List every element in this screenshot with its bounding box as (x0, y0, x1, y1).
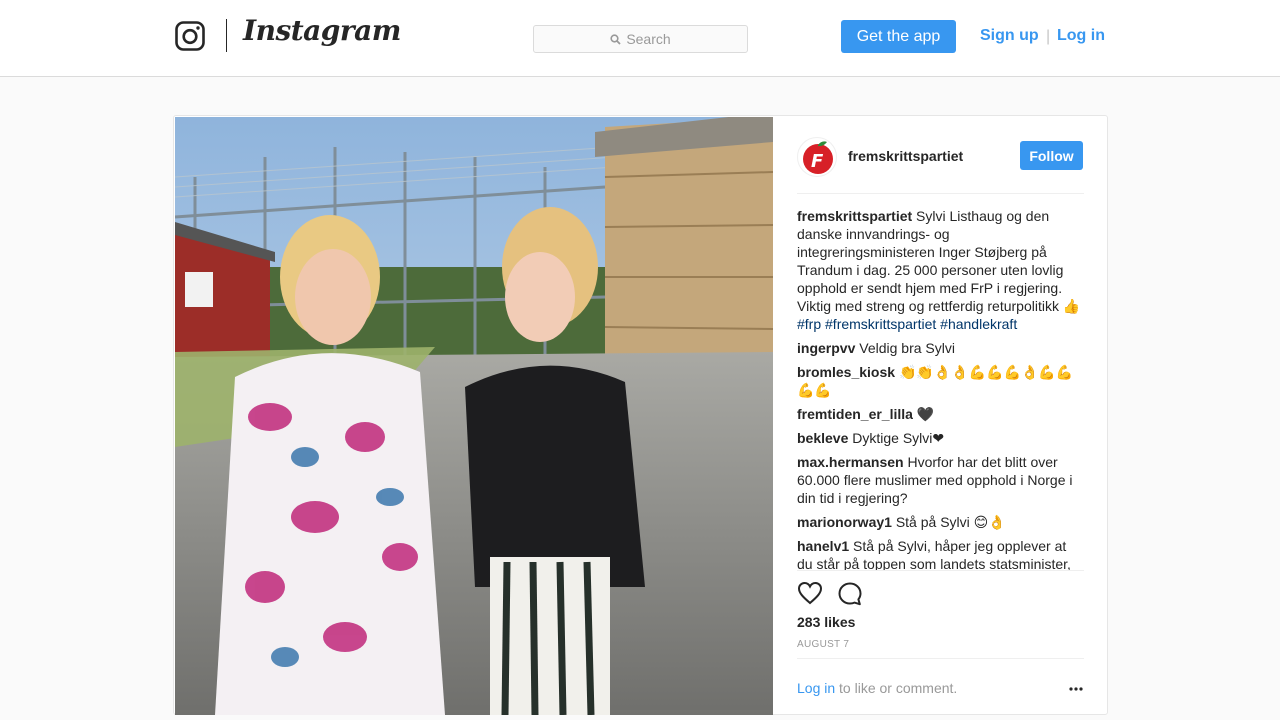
comment-username[interactable]: fremtiden_er_lilla (797, 406, 913, 422)
post-photo-illustration (175, 117, 773, 715)
comment-item: bekleve Dyktige Sylvi❤ (797, 429, 1084, 447)
comment-item: hanelv1 Stå på Sylvi, håper jeg opplever… (797, 537, 1084, 570)
comments-list[interactable]: fremskrittspartiet Sylvi Listhaug og den… (797, 207, 1084, 570)
caption: fremskrittspartiet Sylvi Listhaug og den… (797, 207, 1084, 333)
divider (797, 570, 1084, 571)
divider (797, 658, 1084, 659)
post-sidebar: F fremskrittspartiet Follow fremskrittsp… (773, 116, 1108, 716)
login-prompt: Log in to like or comment. (797, 680, 957, 696)
post-author-username[interactable]: fremskrittspartiet (848, 148, 963, 164)
post-date[interactable]: AUGUST 7 (797, 639, 849, 650)
instagram-camera-icon[interactable] (175, 21, 205, 51)
comment-item: ingerpvv Veldig bra Sylvi (797, 339, 1084, 357)
logo-divider (226, 19, 227, 52)
search-placeholder: Search (626, 31, 671, 47)
comment-bubble-icon[interactable] (837, 581, 863, 607)
top-navigation: Instagram Search Get the app Sign up | L… (0, 0, 1280, 77)
follow-button[interactable]: Follow (1020, 141, 1083, 170)
divider (797, 193, 1084, 194)
get-the-app-button[interactable]: Get the app (841, 20, 956, 53)
hashtag-link[interactable]: #handlekraft (940, 316, 1017, 332)
hashtag-link[interactable]: #fremskrittspartiet (825, 316, 936, 332)
comment-username[interactable]: max.hermansen (797, 454, 904, 470)
comment-text: Dyktige Sylvi❤ (852, 430, 945, 446)
comment-username[interactable]: marionorway1 (797, 514, 892, 530)
comment-text: Veldig bra Sylvi (859, 340, 955, 356)
avatar[interactable]: F (797, 137, 837, 177)
comment-item: fremtiden_er_lilla 🖤 (797, 405, 1084, 423)
nav-separator: | (1046, 28, 1051, 45)
caption-username[interactable]: fremskrittspartiet (797, 208, 912, 224)
comment-username[interactable]: bromles_kiosk (797, 364, 895, 380)
svg-text:F: F (811, 151, 824, 172)
comment-item: bromles_kiosk 👏👏👌👌💪💪💪👌💪💪💪💪 (797, 363, 1084, 399)
search-icon (610, 33, 621, 45)
heart-icon[interactable] (797, 581, 823, 605)
comment-username[interactable]: hanelv1 (797, 538, 849, 554)
likes-count[interactable]: 283 likes (797, 614, 855, 630)
comment-text: 🖤 (916, 406, 935, 422)
post-card: F fremskrittspartiet Follow fremskrittsp… (173, 115, 1108, 715)
more-options-icon[interactable] (1068, 682, 1084, 696)
party-logo-icon: F (803, 141, 833, 174)
comment-username[interactable]: ingerpvv (797, 340, 855, 356)
search-input[interactable]: Search (533, 25, 748, 53)
login-prompt-text: to like or comment. (835, 680, 958, 696)
comment-text: Stå på Sylvi 😊👌 (895, 514, 1006, 530)
comment-item: marionorway1 Stå på Sylvi 😊👌 (797, 513, 1084, 531)
comment-item: max.hermansen Hvorfor har det blitt over… (797, 453, 1084, 507)
post-photo[interactable] (175, 117, 773, 715)
log-in-link[interactable]: Log in (797, 680, 835, 696)
instagram-wordmark[interactable]: Instagram (243, 14, 401, 47)
log-in-link[interactable]: Log in (1057, 27, 1105, 45)
comment-username[interactable]: bekleve (797, 430, 848, 446)
sign-up-link[interactable]: Sign up (980, 27, 1039, 45)
hashtag-link[interactable]: #frp (797, 316, 821, 332)
